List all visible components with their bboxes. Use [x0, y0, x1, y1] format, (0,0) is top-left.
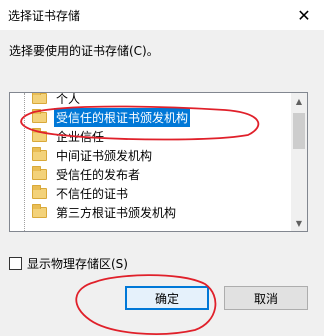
- tree-item-label: 企业信任: [56, 130, 105, 144]
- ok-button[interactable]: 确定: [125, 286, 209, 310]
- vertical-scrollbar[interactable]: ▲ ▼: [291, 93, 307, 231]
- tree-item-label: 个人: [56, 92, 81, 106]
- tree-item-label: 中间证书颁发机构: [56, 149, 153, 163]
- show-physical-stores-label: 显示物理存储区(S): [27, 257, 128, 271]
- tree-item-label: 受信任的根证书颁发机构: [54, 108, 191, 127]
- scroll-down-arrow-icon[interactable]: ▼: [291, 215, 307, 231]
- tree-list: 个人 受信任的根证书颁发机构 企业信任 中间证书颁发机构 受信任的发布者 不信任…: [10, 92, 293, 222]
- show-physical-stores-checkbox[interactable]: [9, 257, 22, 270]
- close-icon: ✕: [297, 5, 311, 25]
- tree-item-enterprise-trust[interactable]: 企业信任: [10, 127, 293, 146]
- tree-item-personal[interactable]: 个人: [10, 92, 293, 108]
- folder-icon: [32, 185, 47, 199]
- tree-item-third-party-root[interactable]: 第三方根证书颁发机构: [10, 203, 293, 222]
- tree-item-label: 不信任的证书: [56, 187, 129, 201]
- store-prompt: 选择要使用的证书存储(C)。: [9, 44, 159, 58]
- folder-icon: [32, 109, 47, 123]
- close-button[interactable]: ✕: [290, 3, 318, 27]
- folder-icon: [32, 128, 47, 142]
- title-bar: 选择证书存储 ✕: [0, 0, 324, 30]
- tree-item-label: 受信任的发布者: [56, 168, 141, 182]
- show-physical-stores-option[interactable]: 显示物理存储区(S): [9, 255, 128, 272]
- scrollbar-thumb[interactable]: [293, 113, 305, 149]
- tree-item-untrusted[interactable]: 不信任的证书: [10, 184, 293, 203]
- folder-icon: [32, 204, 47, 218]
- tree-item-label: 第三方根证书颁发机构: [56, 206, 177, 220]
- scroll-up-arrow-icon[interactable]: ▲: [291, 93, 307, 109]
- tree-item-trusted-publishers[interactable]: 受信任的发布者: [10, 165, 293, 184]
- cancel-button[interactable]: 取消: [224, 286, 308, 310]
- folder-icon: [32, 147, 47, 161]
- tree-item-trusted-root[interactable]: 受信任的根证书颁发机构: [10, 108, 293, 127]
- certificate-store-tree[interactable]: 个人 受信任的根证书颁发机构 企业信任 中间证书颁发机构 受信任的发布者 不信任…: [9, 92, 308, 232]
- folder-icon: [32, 166, 47, 180]
- tree-item-intermediate-ca[interactable]: 中间证书颁发机构: [10, 146, 293, 165]
- folder-icon: [32, 93, 47, 104]
- window-title: 选择证书存储: [8, 9, 81, 23]
